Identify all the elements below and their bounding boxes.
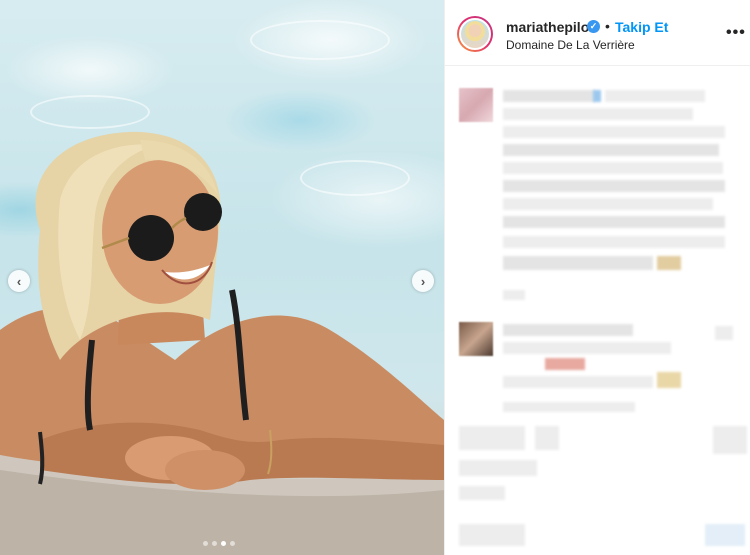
caption-text-blurred [503,108,693,120]
caption-text-blurred [503,180,725,192]
woman-in-pool-illustration [0,131,444,555]
carousel-dot [212,541,217,546]
caption-text-blurred [503,126,725,138]
comment-text-blurred [503,342,671,354]
comment-text-blurred [503,376,653,388]
caption-text-blurred [605,90,705,102]
comment-text-blurred [459,426,525,450]
carousel-indicator [203,541,235,546]
caption-text-blurred [503,236,725,248]
post-header: mariathepilot ✓ • Takip Et Domaine De La… [445,0,750,66]
comment-avatar[interactable] [459,88,493,122]
comment-emoji-blurred [657,372,681,388]
comment-meta-blurred [459,486,505,500]
avatar-story-ring[interactable] [457,16,493,52]
caption-text-blurred [503,198,713,210]
post-button-blurred[interactable] [705,524,745,546]
comment-input-blurred[interactable] [459,524,525,546]
carousel-next-button[interactable]: › [412,270,434,292]
post-side-panel: mariathepilot ✓ • Takip Et Domaine De La… [444,0,750,555]
verified-badge-icon: ✓ [587,20,600,33]
carousel-dot [230,541,235,546]
chevron-left-icon: ‹ [16,273,22,289]
comment-avatar[interactable] [459,322,493,356]
comment-text-blurred [459,460,537,476]
username-link[interactable]: mariathepilot [506,19,594,35]
caption-text-blurred [503,216,725,228]
avatar [459,18,491,50]
caption-text-blurred [503,162,723,174]
post-photo: ‹ › [0,0,444,555]
caption-text-blurred [503,90,595,102]
caption-emoji-blurred [593,90,601,102]
separator-dot: • [605,18,610,34]
comment-like-icon[interactable] [713,426,747,454]
chevron-right-icon: › [420,273,426,289]
comment-emoji-blurred [545,358,585,370]
caption-time-blurred [503,290,525,300]
comment-meta-blurred [503,402,635,412]
comment-text-blurred [503,324,633,336]
carousel-dot-active [221,541,226,546]
caption-emoji-blurred [657,256,681,270]
comment-text-blurred [535,426,559,450]
more-options-icon[interactable]: ••• [726,24,746,42]
caption-text-blurred [503,144,719,156]
carousel-prev-button[interactable]: ‹ [8,270,30,292]
location-link[interactable]: Domaine De La Verrière [506,38,635,52]
carousel-dot [203,541,208,546]
comment-like-icon[interactable] [715,326,733,340]
follow-button[interactable]: Takip Et [615,19,668,35]
caption-text-blurred [503,256,653,270]
